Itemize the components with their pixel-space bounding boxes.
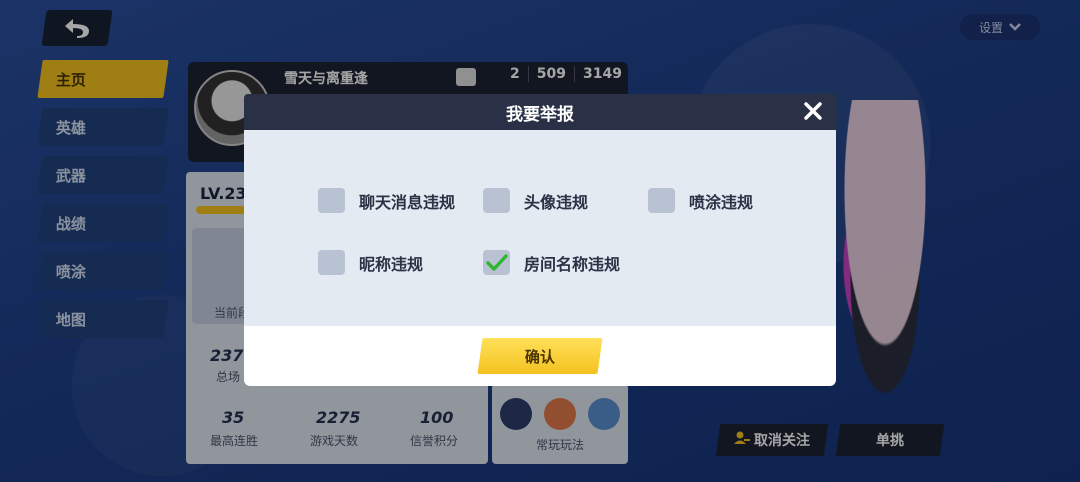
checkbox-checked[interactable] xyxy=(483,250,510,275)
option-label: 喷涂违规 xyxy=(689,192,754,212)
modal-header: 我要举报 xyxy=(244,94,836,130)
checkmark-icon xyxy=(485,253,508,271)
report-option-nickname[interactable]: 昵称违规 xyxy=(318,250,423,275)
option-label: 昵称违规 xyxy=(359,254,424,274)
confirm-label: 确认 xyxy=(524,347,555,366)
option-label: 聊天消息违规 xyxy=(359,192,456,212)
report-option-avatar[interactable]: 头像违规 xyxy=(483,188,588,213)
close-button[interactable] xyxy=(798,96,828,126)
checkbox[interactable] xyxy=(648,188,675,213)
option-label: 头像违规 xyxy=(524,192,589,212)
modal-body xyxy=(244,130,836,326)
report-option-room-name[interactable]: 房间名称违规 xyxy=(483,250,620,275)
checkbox[interactable] xyxy=(318,250,345,275)
report-option-chat[interactable]: 聊天消息违规 xyxy=(318,188,455,213)
confirm-button[interactable]: 确认 xyxy=(477,338,603,374)
modal-title: 我要举报 xyxy=(506,105,574,125)
checkbox[interactable] xyxy=(483,188,510,213)
close-icon xyxy=(804,102,822,120)
report-option-spray[interactable]: 喷涂违规 xyxy=(648,188,753,213)
checkbox[interactable] xyxy=(318,188,345,213)
option-label: 房间名称违规 xyxy=(524,254,621,274)
